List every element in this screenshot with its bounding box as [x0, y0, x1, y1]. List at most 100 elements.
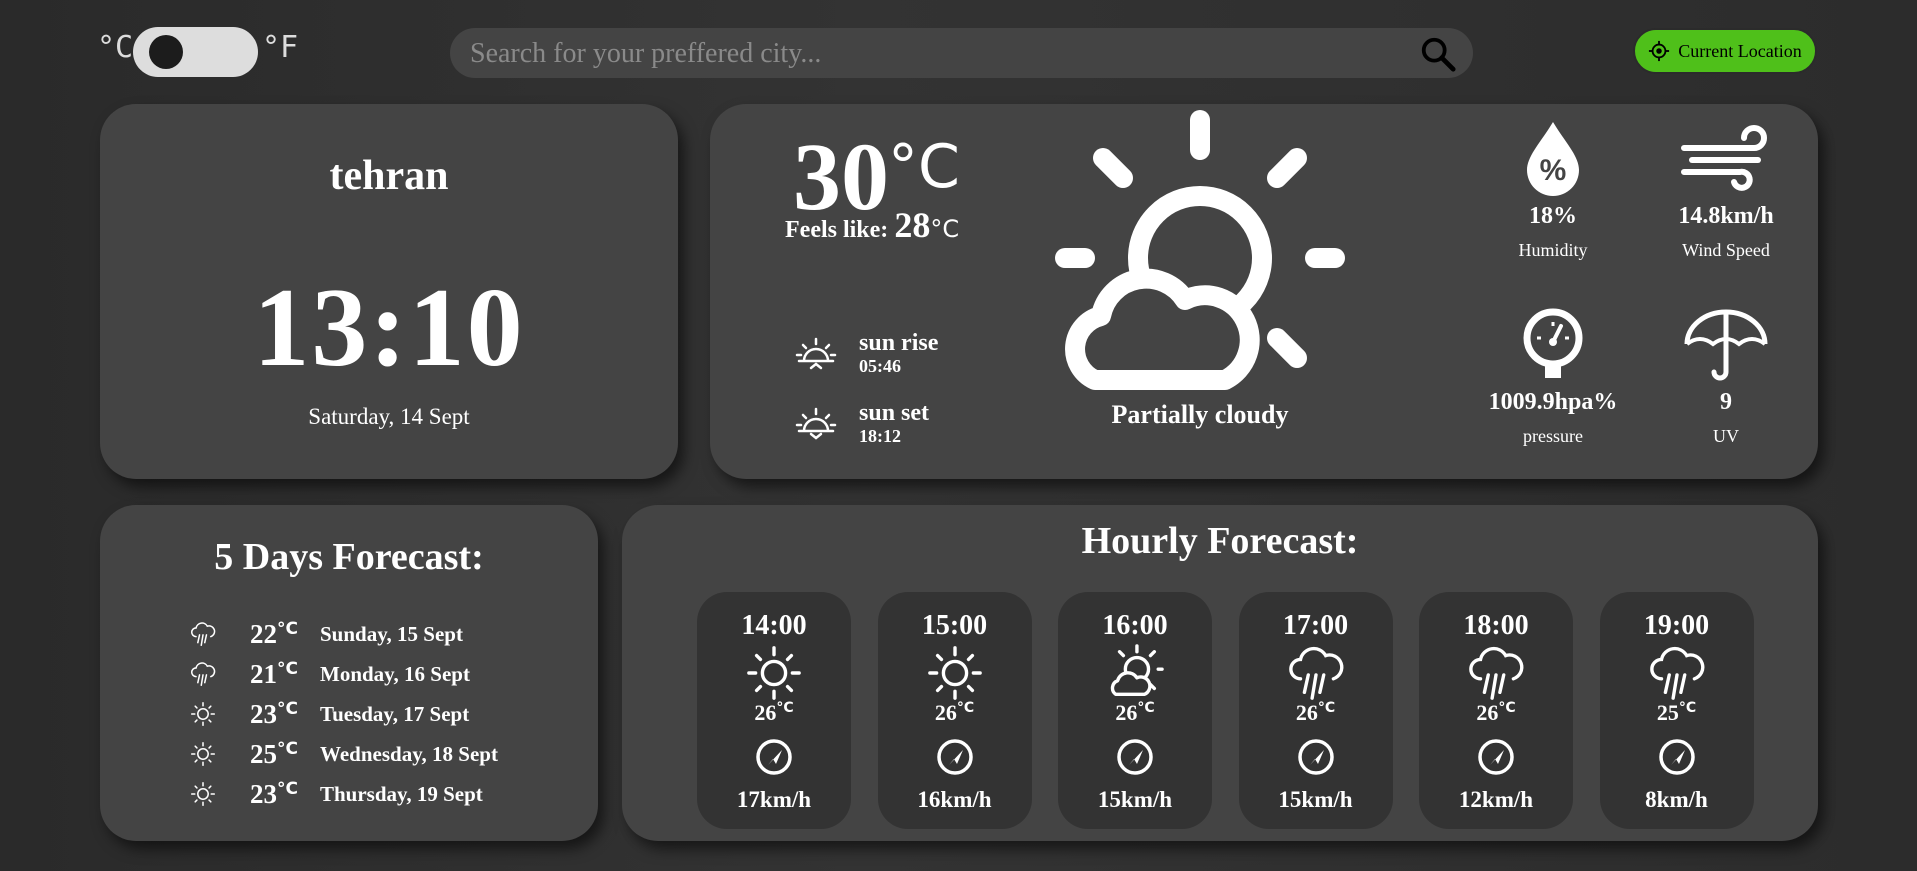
rain-icon: [190, 661, 216, 687]
hourly-temp: 26°C: [754, 700, 794, 725]
humidity-value: 18%: [1529, 203, 1577, 229]
pressure-label: pressure: [1523, 426, 1583, 446]
search-bar: [450, 28, 1473, 78]
five-day-forecast-card: 5 Days Forecast: 22°C Sunday, 15 Sept 21°C…: [100, 505, 598, 841]
forecast-day-date: Tuesday, 17 Sept: [320, 701, 470, 726]
hourly-temp: 26°C: [934, 700, 975, 725]
local-time: 13:10: [253, 266, 525, 390]
current-weather-card: 30 °C Feels like: 28°C sun rise 05:46 su…: [710, 104, 1818, 479]
hourly-temp: 26°C: [1115, 700, 1155, 725]
hourly-wind-speed: 17km/h: [736, 787, 812, 812]
search-icon[interactable]: [1419, 35, 1457, 73]
pressure-gauge-icon: [1523, 308, 1583, 378]
hourly-wind-speed: 15km/h: [1278, 787, 1353, 812]
celsius-label: °C: [97, 30, 134, 65]
sunrise-icon: [795, 337, 837, 369]
sunset-row: sun set 18:12: [795, 400, 929, 447]
humidity-drop-icon: %: [1527, 122, 1579, 196]
forecast-day-date: Thursday, 19 Sept: [320, 781, 483, 806]
current-location-label[interactable]: Current Location: [1678, 41, 1801, 62]
rain-icon: [1286, 644, 1346, 702]
sunrise-time: 05:46: [859, 356, 901, 376]
hourly-temp: 26°C: [1295, 700, 1336, 725]
sunset-icon: [795, 407, 837, 440]
wind-direction-icon: [754, 737, 794, 777]
toggle-knob[interactable]: [149, 35, 183, 69]
feels-like: Feels like: 28°C: [785, 204, 959, 246]
forecast-day-row: 23°C Tuesday, 17 Sept: [190, 699, 469, 729]
forecast-day-date: Monday, 16 Sept: [320, 661, 470, 686]
partly-cloudy-large-icon: [1055, 110, 1345, 390]
hourly-time: 15:00: [921, 610, 988, 641]
city-card: tehran 13:10 Saturday, 14 Sept: [100, 104, 678, 479]
hourly-card: 17:00 26°C 15km/h: [1238, 592, 1393, 829]
search-input[interactable]: [468, 34, 1412, 74]
hourly-card: 14:00 26°C 17km/h: [697, 592, 851, 829]
forecast-day-row: 22°C Sunday, 15 Sept: [190, 619, 463, 649]
forecast-day-date: Sunday, 15 Sept: [320, 621, 463, 646]
forecast-day-temp: 23°C: [250, 698, 298, 729]
hourly-time: 14:00: [741, 610, 807, 641]
hourly-card: 15:00 26°C 16km/h: [877, 592, 1032, 829]
forecast-day-temp: 22°C: [250, 618, 298, 649]
hourly-time: 16:00: [1102, 610, 1168, 641]
forecast-day-temp: 21°C: [250, 658, 298, 689]
uv-value: 9: [1720, 389, 1732, 415]
uv-label: UV: [1713, 426, 1739, 446]
feels-like-unit: °C: [930, 215, 960, 243]
city-name: tehran: [329, 153, 449, 199]
forecast-day-row: 21°C Monday, 16 Sept: [190, 659, 470, 689]
hourly-temp: 25°C: [1656, 700, 1697, 725]
rain-icon: [1647, 644, 1707, 702]
wind-speed-value: 14.8km/h: [1678, 203, 1774, 229]
umbrella-icon: [1684, 309, 1768, 381]
rain-icon: [190, 621, 216, 647]
hourly-temp: 26°C: [1476, 700, 1516, 725]
wind-speed-label: Wind Speed: [1682, 240, 1770, 260]
svg-text:%: %: [1540, 154, 1567, 187]
forecast-day-date: Wednesday, 18 Sept: [320, 741, 498, 766]
five-day-title: 5 Days Forecast:: [214, 536, 484, 578]
hourly-card: 19:00 25°C 8km/h: [1599, 592, 1754, 829]
rain-icon: [1466, 644, 1526, 702]
hourly-wind-speed: 8km/h: [1645, 787, 1708, 812]
sun-icon: [190, 741, 216, 767]
sunrise-row: sun rise 05:46: [795, 330, 938, 377]
feels-like-value: 28: [894, 205, 931, 245]
condition-text: Partially cloudy: [1111, 400, 1289, 429]
wind-direction-icon: [1296, 737, 1336, 777]
hourly-title: Hourly Forecast:: [1081, 520, 1359, 562]
hourly-wind-speed: 16km/h: [917, 787, 992, 812]
humidity-label: Humidity: [1518, 240, 1588, 260]
hourly-time: 18:00: [1463, 610, 1529, 641]
sunset-label: sun set: [859, 400, 930, 426]
sun-icon: [190, 701, 216, 727]
hourly-card: 18:00 26°C 12km/h: [1419, 592, 1573, 829]
sun-icon: [744, 644, 804, 702]
current-location-button[interactable]: Current Location: [1633, 28, 1817, 74]
hourly-time: 19:00: [1643, 610, 1710, 641]
sun-icon: [190, 781, 216, 807]
humidity-stat: % 18% Humidity: [1463, 118, 1643, 261]
fahrenheit-label: °F: [262, 30, 299, 65]
temperature-unit: °C: [888, 132, 960, 202]
forecast-day-row: 23°C Thursday, 19 Sept: [190, 779, 483, 809]
pressure-stat: 1009.9hpa% pressure: [1463, 308, 1643, 447]
forecast-day-temp: 23°C: [250, 778, 298, 809]
wind-direction-icon: [1657, 737, 1697, 777]
forecast-day-row: 25°C Wednesday, 18 Sept: [190, 739, 498, 769]
hourly-wind-speed: 12km/h: [1458, 787, 1534, 812]
uv-stat: 9 UV: [1636, 308, 1816, 447]
hourly-forecast-card: Hourly Forecast: 14:00 26°C 17km/h 15:00 26°…: [622, 505, 1818, 841]
hourly-wind-speed: 15km/h: [1097, 787, 1173, 812]
forecast-day-temp: 25°C: [250, 738, 298, 769]
hourly-time: 17:00: [1282, 610, 1349, 641]
sunrise-label: sun rise: [859, 330, 939, 356]
partly-cloudy-icon: [1105, 644, 1165, 702]
sunset-time: 18:12: [859, 426, 901, 446]
wind-stat: 14.8km/h Wind Speed: [1636, 118, 1816, 261]
unit-toggle[interactable]: [133, 27, 258, 77]
sun-icon: [925, 644, 985, 702]
pressure-value: 1009.9hpa%: [1488, 389, 1618, 415]
wind-direction-icon: [935, 737, 975, 777]
